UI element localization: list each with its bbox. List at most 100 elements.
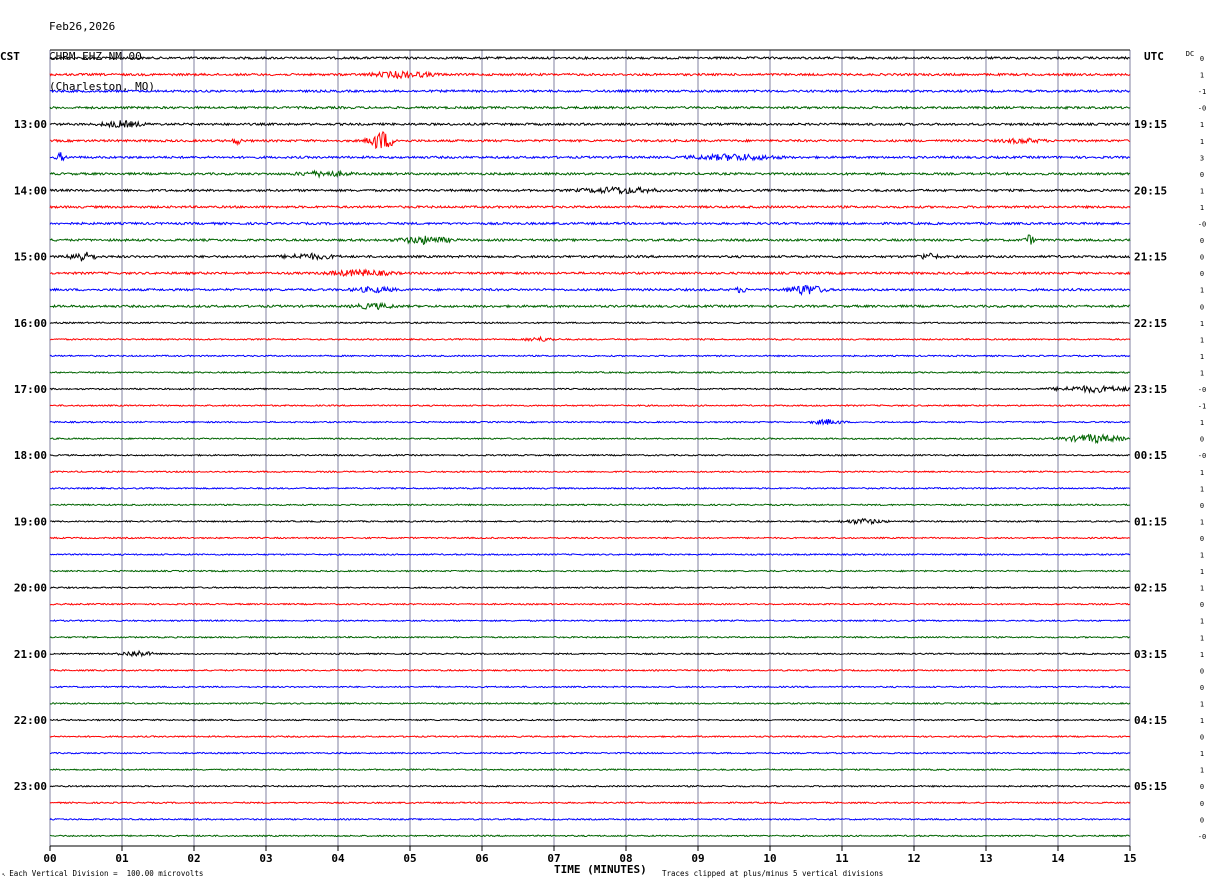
dc-offset: 1	[1200, 552, 1204, 560]
x-tick-label: 04	[331, 852, 345, 865]
trace-row	[49, 88, 1131, 94]
dc-offset: 1	[1200, 651, 1204, 659]
dc-offset: 1	[1200, 138, 1204, 146]
x-tick-label: 15	[1123, 852, 1136, 865]
dc-offset: 0	[1200, 783, 1204, 791]
dc-offset: 1	[1200, 320, 1204, 328]
trace-row	[49, 834, 1131, 838]
utc-hour-label: 01:15	[1134, 515, 1167, 528]
dc-offset: 0	[1200, 270, 1204, 278]
trace-row	[49, 204, 1131, 210]
footer-clip-note: Traces clipped at plus/minus 5 vertical …	[662, 869, 884, 878]
trace-row	[49, 817, 1131, 821]
trace-row	[49, 718, 1131, 722]
cst-hour-label: 21:00	[14, 648, 47, 661]
footer-scale-note: ↖ Each Vertical Division = 100.00 microv…	[2, 869, 204, 878]
trace-row	[49, 234, 1131, 246]
dc-offset: 1	[1200, 634, 1204, 642]
trace-row	[49, 418, 1131, 426]
trace-row	[49, 685, 1131, 689]
dc-offset: -0	[1198, 386, 1206, 394]
utc-hour-label: 23:15	[1134, 383, 1167, 396]
trace-row	[49, 569, 1131, 573]
trace-row	[49, 55, 1131, 61]
trace-row	[49, 470, 1131, 474]
dc-offset: 1	[1200, 369, 1204, 377]
cst-hour-label: 14:00	[14, 184, 47, 197]
cst-hour-label: 16:00	[14, 317, 47, 330]
cst-hour-label: 18:00	[14, 449, 47, 462]
trace-row	[49, 784, 1131, 788]
dc-offset: -1	[1198, 88, 1206, 96]
x-tick-label: 09	[691, 852, 704, 865]
trace-row	[49, 586, 1131, 590]
dc-offset: 0	[1200, 601, 1204, 609]
dc-offset: 1	[1200, 618, 1204, 626]
cst-hour-label: 20:00	[14, 582, 47, 595]
trace-row	[49, 185, 1131, 195]
dc-offset: 0	[1200, 800, 1204, 808]
x-tick-label: 00	[43, 852, 56, 865]
trace-row	[49, 301, 1131, 311]
x-tick-label: 13	[979, 852, 992, 865]
x-tick-label: 06	[475, 852, 489, 865]
dc-offset: 0	[1200, 667, 1204, 675]
cst-hour-label: 22:00	[14, 714, 47, 727]
dc-offset: 1	[1200, 336, 1204, 344]
x-tick-label: 12	[907, 852, 920, 865]
x-tick-label: 11	[835, 852, 849, 865]
dc-offset: 1	[1200, 767, 1204, 775]
dc-offset: 1	[1200, 717, 1204, 725]
dc-offset: 0	[1200, 734, 1204, 742]
helicorder-plot: 00 01 02 03 04 05 06 07 08 09 10 11 12 13 14 1501-1-011…	[14, 49, 1206, 865]
utc-hour-label: 19:15	[1134, 118, 1167, 131]
trace-row	[49, 768, 1131, 772]
trace-row	[49, 649, 1131, 658]
dc-offset: 1	[1200, 187, 1204, 195]
x-tick-label: 01	[115, 852, 129, 865]
dc-offset: 1	[1200, 518, 1204, 526]
trace-row	[49, 751, 1131, 755]
trace-row	[49, 503, 1131, 507]
dc-offset: 1	[1200, 485, 1204, 493]
dc-offset: -0	[1198, 833, 1206, 841]
trace-row	[49, 354, 1131, 358]
dc-offset: 1	[1200, 700, 1204, 708]
trace-row	[49, 251, 1131, 262]
dc-offset: 0	[1200, 171, 1204, 179]
cst-hour-label: 23:00	[14, 780, 47, 793]
cst-hour-label: 19:00	[14, 515, 47, 528]
x-tick-label: 05	[403, 852, 416, 865]
trace-row	[49, 268, 1131, 277]
dc-offset: 0	[1200, 254, 1204, 262]
dc-offset: -0	[1198, 452, 1206, 460]
trace-row	[49, 734, 1131, 739]
trace-row	[49, 384, 1131, 395]
utc-hour-label: 03:15	[1134, 648, 1167, 661]
trace-row	[49, 130, 1131, 150]
cst-hour-label: 15:00	[14, 251, 47, 264]
cst-hour-label: 13:00	[14, 118, 47, 131]
trace-row	[49, 120, 1131, 129]
utc-hour-label: 21:15	[1134, 251, 1167, 264]
dc-offset: 1	[1200, 568, 1204, 576]
trace-row	[49, 553, 1131, 557]
trace-row	[49, 602, 1131, 606]
dc-offset: 0	[1200, 303, 1204, 311]
dc-offset: 1	[1200, 121, 1204, 129]
x-tick-label: 03	[259, 852, 272, 865]
trace-row	[49, 701, 1131, 705]
trace-row	[49, 536, 1131, 540]
trace-row	[49, 221, 1131, 226]
dc-offset: 0	[1200, 502, 1204, 510]
dc-offset: 0	[1200, 237, 1204, 245]
dc-offset: 1	[1200, 204, 1204, 212]
trace-row	[49, 370, 1131, 375]
x-tick-label: 14	[1051, 852, 1065, 865]
trace-row	[49, 151, 1131, 162]
dc-header: DC	[1186, 50, 1194, 58]
dc-offset: 0	[1200, 684, 1204, 692]
dc-offset: 1	[1200, 750, 1204, 758]
trace-row	[49, 321, 1131, 325]
dc-offset: 1	[1200, 419, 1204, 427]
